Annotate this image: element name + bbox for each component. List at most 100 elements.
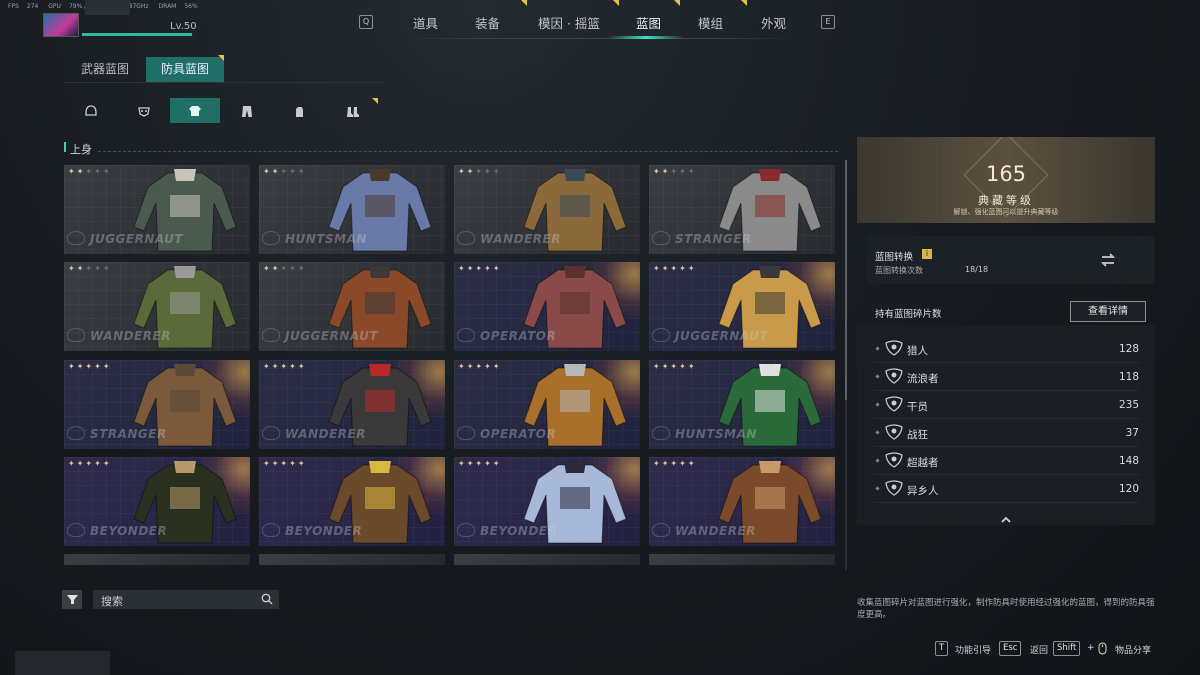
faction-name: WANDERER — [90, 329, 171, 343]
subtab-armor-badge — [218, 55, 224, 61]
fragment-row: 超越者 148 — [873, 448, 1139, 475]
wanderer-emblem-icon — [885, 368, 903, 384]
faction-name: OPERATOR — [480, 427, 557, 441]
faction-logo-icon — [67, 328, 85, 342]
blueprint-card-partial[interactable] — [454, 554, 640, 565]
star-filled-icon: ✦ — [297, 362, 307, 371]
blueprint-card-partial[interactable] — [649, 554, 835, 565]
faction-name: HUNTSMAN — [285, 232, 367, 246]
faction-logo-icon — [652, 426, 670, 440]
subtab-weapon-blueprint[interactable]: 武器蓝图 — [66, 57, 144, 82]
tab-appearance[interactable]: 外观 — [761, 13, 786, 32]
blueprint-card[interactable]: ✦✦✦✦✦ WANDERER — [259, 360, 445, 449]
blueprint-card[interactable]: ✦✦✦✦✦ OPERATOR — [454, 360, 640, 449]
blueprint-card[interactable]: ✦✦✦✦✦ OPERATOR — [454, 262, 640, 351]
star-filled-icon: ✦ — [297, 459, 307, 468]
blueprint-convert-panel: 蓝图转换 i 蓝图转换次数 18/18 — [867, 236, 1155, 284]
faction-logo-icon — [457, 426, 475, 440]
fragment-row: 干员 235 — [873, 392, 1139, 419]
grid-scroll-thumb[interactable] — [845, 160, 847, 400]
fragment-name: 流浪者 — [907, 373, 939, 385]
blueprint-card[interactable]: ✦✦✦✦✦ JUGGERNAUT — [64, 165, 250, 254]
fragment-row: 战狂 37 — [873, 420, 1139, 447]
blueprint-card[interactable]: ✦✦✦✦✦ BEYONDER — [259, 457, 445, 546]
filter-button[interactable] — [62, 590, 82, 609]
guide-key[interactable]: T — [935, 641, 949, 656]
share-key[interactable]: Shift — [1053, 641, 1081, 656]
star-filled-icon: ✦ — [475, 459, 485, 468]
faction-name: STRANGER — [90, 427, 167, 441]
category-torso[interactable] — [170, 98, 220, 123]
stranger-emblem-icon — [885, 480, 903, 496]
tab-mods[interactable]: 模组 — [698, 13, 723, 32]
blueprint-card[interactable]: ✦✦✦✦✦ BEYONDER — [64, 457, 250, 546]
star-empty-icon: ✦ — [475, 167, 485, 176]
gpu-label: GPU — [48, 3, 61, 10]
category-pants[interactable] — [222, 98, 272, 123]
xp-fill — [82, 33, 192, 36]
search-icon[interactable] — [261, 593, 273, 605]
star-filled-icon: ✦ — [670, 264, 680, 273]
nav-prev-key[interactable]: Q — [359, 15, 373, 29]
faction-logo-icon — [652, 328, 670, 342]
blueprint-card[interactable]: ✦✦✦✦✦ WANDERER — [64, 262, 250, 351]
view-details-button[interactable]: 查看详情 — [1070, 301, 1146, 322]
star-rating: ✦✦✦✦✦ — [68, 264, 112, 273]
blueprint-card[interactable]: ✦✦✦✦✦ HUNTSMAN — [649, 360, 835, 449]
blueprint-card[interactable]: ✦✦✦✦✦ HUNTSMAN — [259, 165, 445, 254]
back-key[interactable]: Esc — [999, 641, 1022, 656]
blueprint-card-partial[interactable] — [259, 554, 445, 565]
faction-logo-icon — [262, 328, 280, 342]
nav-next-key[interactable]: E — [821, 15, 835, 29]
star-filled-icon: ✦ — [263, 167, 272, 176]
xp-bar — [82, 33, 194, 36]
star-filled-icon: ✦ — [280, 459, 290, 468]
operator-emblem-icon — [885, 396, 903, 412]
star-rating: ✦✦✦✦✦ — [68, 459, 112, 468]
blueprint-card[interactable]: ✦✦✦✦✦ WANDERER — [454, 165, 640, 254]
faction-name: OPERATOR — [480, 329, 557, 343]
star-filled-icon: ✦ — [679, 264, 688, 273]
blueprint-card[interactable]: ✦✦✦✦✦ JUGGERNAUT — [649, 262, 835, 351]
fragment-list: 猎人 128 流浪者 118 干员 235 战狂 37 超越者 148 异乡人 120 — [857, 325, 1155, 525]
subtab-armor-blueprint[interactable]: 防具蓝图 — [146, 57, 224, 82]
blueprint-card[interactable]: ✦✦✦✦✦ STRANGER — [649, 165, 835, 254]
tab-blueprint[interactable]: 蓝图 — [636, 13, 661, 32]
fragment-header: 持有蓝图碎片数 查看详情 — [867, 295, 1155, 325]
fragment-count: 120 — [1118, 483, 1139, 495]
fragment-name: 异乡人 — [907, 485, 939, 497]
tab-items[interactable]: 道具 — [413, 13, 438, 32]
faction-logo-icon — [262, 231, 280, 245]
tab-mods-badge — [741, 0, 747, 6]
blueprint-card[interactable]: ✦✦✦✦✦ WANDERER — [649, 457, 835, 546]
convert-title: 蓝图转换 — [875, 252, 914, 263]
bullet-icon — [875, 346, 880, 351]
star-filled-icon: ✦ — [687, 362, 697, 371]
star-filled-icon: ✦ — [94, 459, 103, 468]
tab-equipment[interactable]: 装备 — [475, 13, 500, 32]
star-rating: ✦✦✦✦✦ — [263, 459, 307, 468]
star-filled-icon: ✦ — [263, 459, 272, 468]
chevron-up-icon[interactable] — [1000, 515, 1012, 523]
bullet-icon — [875, 374, 880, 379]
blueprint-card-partial[interactable] — [64, 554, 250, 565]
faction-logo-icon — [652, 523, 670, 537]
category-boots[interactable] — [328, 98, 378, 123]
swap-icon[interactable] — [1099, 251, 1117, 269]
player-avatar[interactable] — [43, 13, 79, 37]
category-helmet[interactable] — [66, 98, 116, 123]
category-mask[interactable] — [119, 98, 169, 123]
star-filled-icon: ✦ — [263, 362, 272, 371]
info-icon[interactable]: i — [922, 249, 932, 259]
helmet-icon — [85, 104, 97, 116]
star-filled-icon: ✦ — [653, 362, 662, 371]
blueprint-card[interactable]: ✦✦✦✦✦ STRANGER — [64, 360, 250, 449]
faction-name: JUGGERNAUT — [675, 329, 769, 343]
category-gloves[interactable] — [274, 98, 324, 123]
blueprint-card[interactable]: ✦✦✦✦✦ JUGGERNAUT — [259, 262, 445, 351]
tab-meme-cradle[interactable]: 模因 · 摇篮 — [538, 13, 600, 32]
fragment-row: 异乡人 120 — [873, 476, 1139, 503]
torso-armor-icon — [189, 105, 201, 116]
blueprint-card[interactable]: ✦✦✦✦✦ BEYONDER — [454, 457, 640, 546]
search-input[interactable]: 搜索 — [93, 590, 279, 609]
